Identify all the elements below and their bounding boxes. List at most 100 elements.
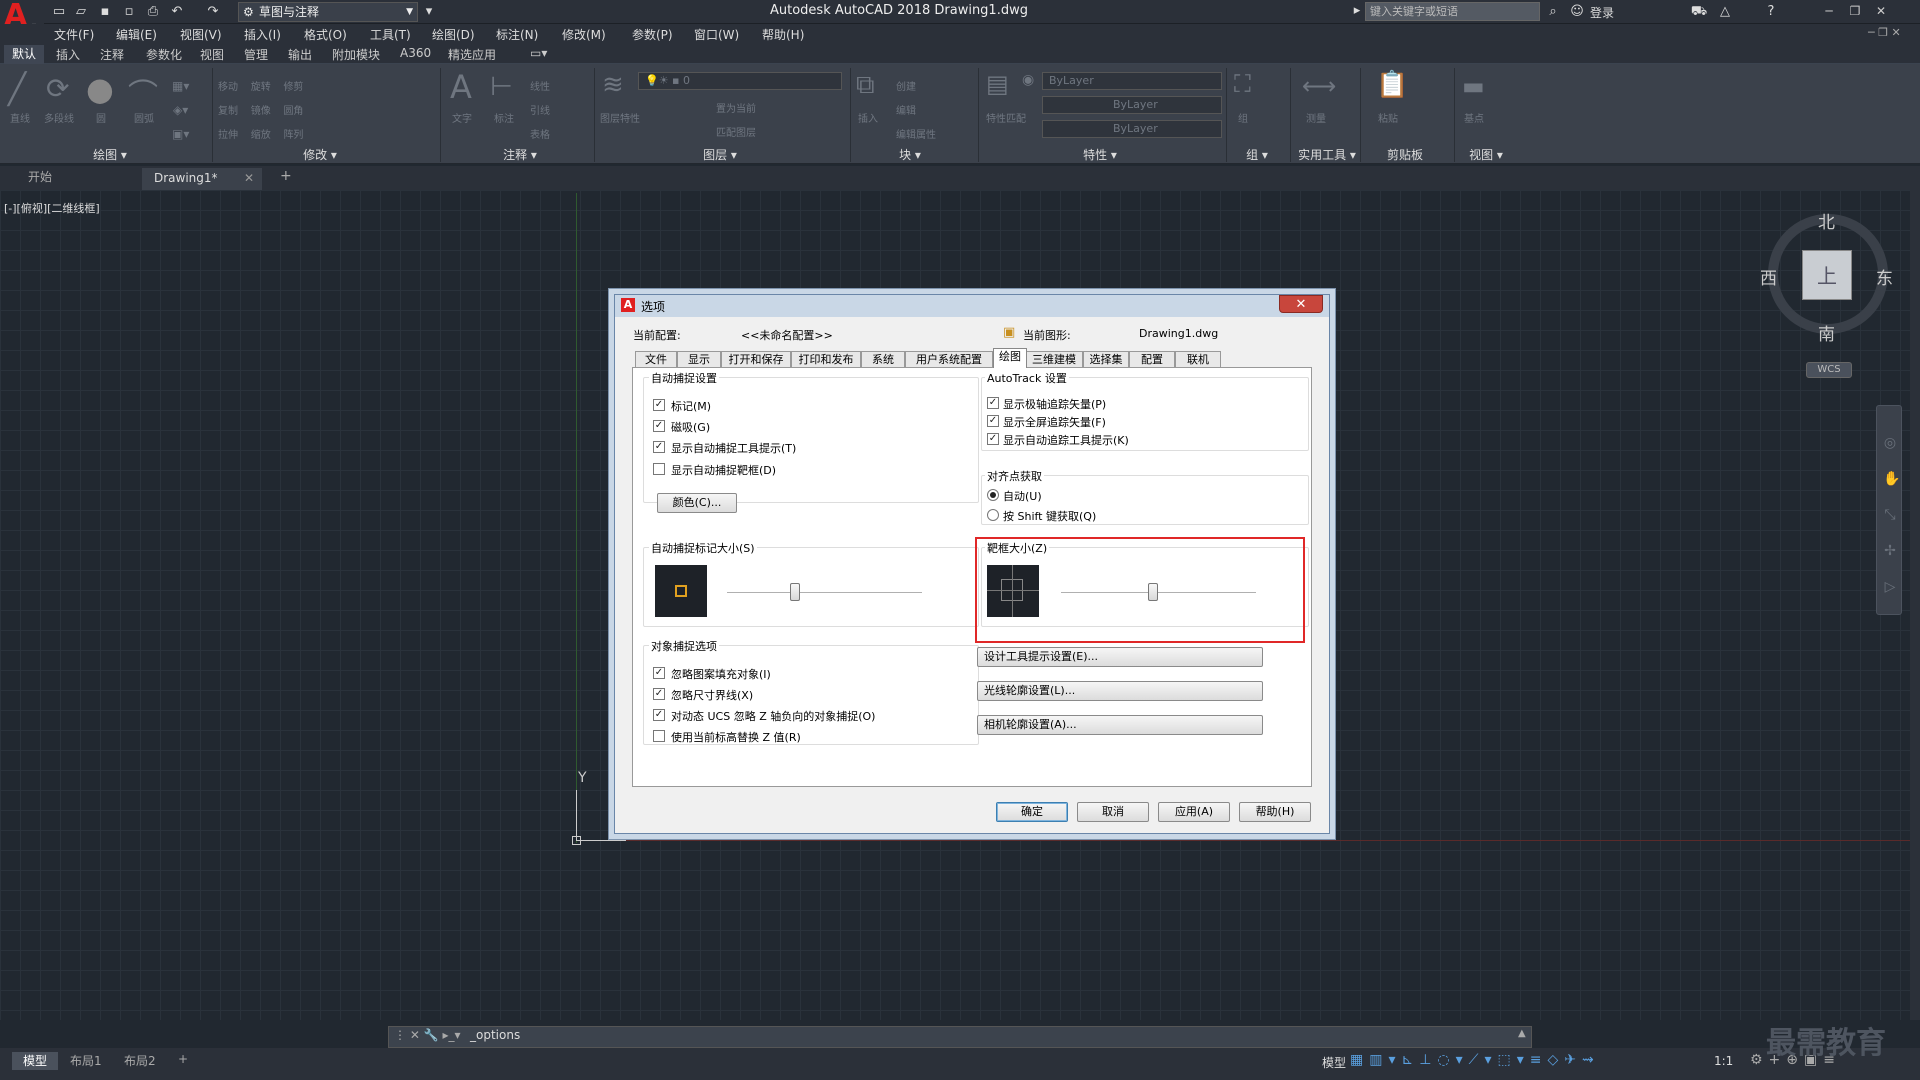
line-tool-icon[interactable]: ╱ [8, 72, 26, 107]
ribbon-tab-output[interactable]: 输出 [288, 46, 312, 63]
open-file-icon[interactable]: ▱ [72, 3, 90, 21]
insert-block-icon[interactable]: ⧉ [856, 70, 875, 101]
drafting-tooltip-settings-button[interactable]: 设计工具提示设置(E)... [977, 647, 1263, 667]
menu-file[interactable]: 文件(F) [54, 26, 94, 43]
command-line-icons[interactable]: ⋮ ✕ 🔧 ▸_▾ [394, 1028, 461, 1042]
marker-size-slider-track[interactable] [727, 592, 922, 594]
mirror-tool[interactable]: 镜像 [251, 106, 271, 117]
doc-window-controls[interactable]: ─ ❐ ✕ [1868, 26, 1901, 39]
group-icon[interactable]: ⛶ [1234, 70, 1251, 98]
annotation-scale[interactable]: 1:1 [1714, 1054, 1733, 1068]
cameras-glyph-settings-button[interactable]: 相机轮廓设置(A)... [977, 715, 1263, 735]
menu-tools[interactable]: 工具(T) [370, 26, 411, 43]
circle-tool-icon[interactable]: ● [86, 70, 114, 108]
paste-icon[interactable]: 📋 [1376, 70, 1408, 100]
table-tool[interactable]: 表格 [530, 130, 550, 141]
menu-window[interactable]: 窗口(W) [694, 26, 739, 43]
tab-online[interactable]: 联机 [1175, 351, 1221, 368]
command-history-icon[interactable]: ▲ [1518, 1028, 1526, 1039]
linear-tool[interactable]: 线性 [530, 82, 550, 93]
new-tab-button[interactable]: + [280, 168, 292, 184]
status-toggle-icons[interactable]: ▦▥▾⊾⊥◌▾⟋▾⬚▾≡◇✈⇝ [1350, 1052, 1600, 1068]
scale-tool[interactable]: 缩放 [251, 130, 271, 141]
binoculars-icon[interactable]: ⌕ [1544, 3, 1562, 21]
match-properties-icon[interactable]: ▤ [986, 70, 1009, 98]
checkbox-polar-vector[interactable]: ✓ [987, 397, 999, 409]
menu-parametric[interactable]: 参数(P) [632, 26, 673, 43]
panel-label-draw[interactable]: 绘图 ▾ [60, 146, 160, 162]
checkbox-magnet[interactable]: ✓ [653, 420, 665, 432]
wcs-menu[interactable]: WCS [1806, 362, 1852, 378]
checkbox-ignore-hatch[interactable]: ✓ [653, 667, 665, 679]
radio-automatic[interactable] [987, 489, 999, 501]
menu-draw[interactable]: 绘图(D) [432, 26, 475, 43]
checkbox-ignore-negative-z[interactable]: ✓ [653, 709, 665, 721]
tab-plot-publish[interactable]: 打印和发布 [791, 351, 861, 368]
panel-label-annotation[interactable]: 注释 ▾ [480, 146, 560, 162]
undo-icon[interactable]: ↶ [168, 3, 186, 21]
panel-label-groups[interactable]: 组 ▾ [1232, 146, 1282, 162]
tab-selection[interactable]: 选择集 [1083, 351, 1129, 368]
lineweight-select[interactable]: ByLayer [1042, 120, 1222, 138]
stretch-tool[interactable]: 拉伸 [218, 130, 238, 141]
checkbox-fullscreen-vector[interactable]: ✓ [987, 415, 999, 427]
menu-dimension[interactable]: 标注(N) [496, 26, 538, 43]
dimension-tool-icon[interactable]: ⊢ [490, 72, 513, 102]
checkbox-autotrack-tooltip[interactable]: ✓ [987, 433, 999, 445]
create-block[interactable]: 创建 [896, 82, 916, 93]
checkbox-ignore-dim-ext[interactable]: ✓ [653, 688, 665, 700]
menu-insert[interactable]: 插入(I) [244, 26, 281, 43]
new-layout-button[interactable]: + [178, 1052, 188, 1066]
new-file-icon[interactable]: ▭ [50, 3, 68, 21]
polyline-tool-icon[interactable]: ⟳ [46, 72, 69, 105]
close-button[interactable]: ✕ [1870, 2, 1892, 20]
checkbox-autosnap-tooltip[interactable]: ✓ [653, 441, 665, 453]
search-expand-icon[interactable]: ▸ [1348, 2, 1366, 20]
tab-user-preferences[interactable]: 用户系统配置 [905, 351, 993, 368]
ribbon-tab-featured[interactable]: 精选应用 [448, 46, 496, 63]
panel-label-utilities[interactable]: 实用工具 ▾ [1292, 146, 1362, 162]
edit-block[interactable]: 编辑 [896, 106, 916, 117]
text-tool-icon[interactable]: A [450, 68, 472, 106]
ribbon-tab-view[interactable]: 视图 [200, 46, 224, 63]
match-layer[interactable]: 匹配图层 [716, 124, 756, 139]
help-icon[interactable]: ? [1762, 3, 1780, 21]
layer-properties-icon[interactable]: ≋ [602, 70, 624, 100]
save-icon[interactable]: ▪ [96, 3, 114, 21]
ribbon-tab-annotate[interactable]: 注释 [100, 46, 124, 63]
move-tool[interactable]: 移动 [218, 82, 238, 93]
lights-glyph-settings-button[interactable]: 光线轮廓设置(L)... [977, 681, 1263, 701]
panel-label-view[interactable]: 视图 ▾ [1456, 146, 1516, 162]
panel-label-block[interactable]: 块 ▾ [880, 146, 940, 162]
ok-button[interactable]: 确定 [996, 802, 1068, 822]
copy-tool[interactable]: 复制 [218, 106, 238, 117]
compass-south[interactable]: 南 [1818, 320, 1835, 345]
ribbon-tab-a360[interactable]: A360 [400, 46, 431, 60]
save-as-icon[interactable]: ▫ [120, 3, 138, 21]
rotate-tool[interactable]: 旋转 [251, 82, 271, 93]
modify-tools[interactable]: 移动 旋转 修剪 复制 镜像 圆角 拉伸 缩放 阵列 [218, 76, 303, 148]
block-tools[interactable]: 创建 编辑 编辑属性 [896, 76, 936, 148]
tab-files[interactable]: 文件 [635, 351, 677, 368]
compass-north[interactable]: 北 [1818, 208, 1835, 233]
minimize-button[interactable]: ─ [1818, 2, 1840, 20]
close-tab-icon[interactable]: ✕ [244, 168, 254, 188]
ribbon-tab-options-icon[interactable]: ▭▾ [530, 46, 547, 60]
tab-open-save[interactable]: 打开和保存 [721, 351, 791, 368]
radio-shift-acquire[interactable] [987, 509, 999, 521]
cart-icon[interactable]: ⛟ [1690, 3, 1708, 21]
color-wheel-icon[interactable]: ◉ [1022, 72, 1034, 88]
model-space-button[interactable]: 模型 [1322, 1054, 1346, 1071]
arc-tool-icon[interactable]: ⌒ [128, 70, 158, 114]
tab-display[interactable]: 显示 [677, 351, 721, 368]
autodesk360-icon[interactable]: △ [1716, 3, 1734, 21]
tab-drafting[interactable]: 绘图 [993, 348, 1027, 368]
base-view-icon[interactable]: ▬ [1462, 72, 1485, 100]
layout-tab-2[interactable]: 布局2 [124, 1052, 156, 1069]
maximize-button[interactable]: ❐ [1844, 2, 1866, 20]
print-icon[interactable]: ⎙ [144, 3, 162, 21]
doc-tab-start[interactable]: 开始 [28, 168, 52, 185]
marker-size-slider[interactable] [790, 583, 801, 601]
tab-3d-modeling[interactable]: 三维建模 [1025, 351, 1083, 368]
layer-select[interactable]: 💡☀ ▪ 0 [638, 72, 842, 90]
